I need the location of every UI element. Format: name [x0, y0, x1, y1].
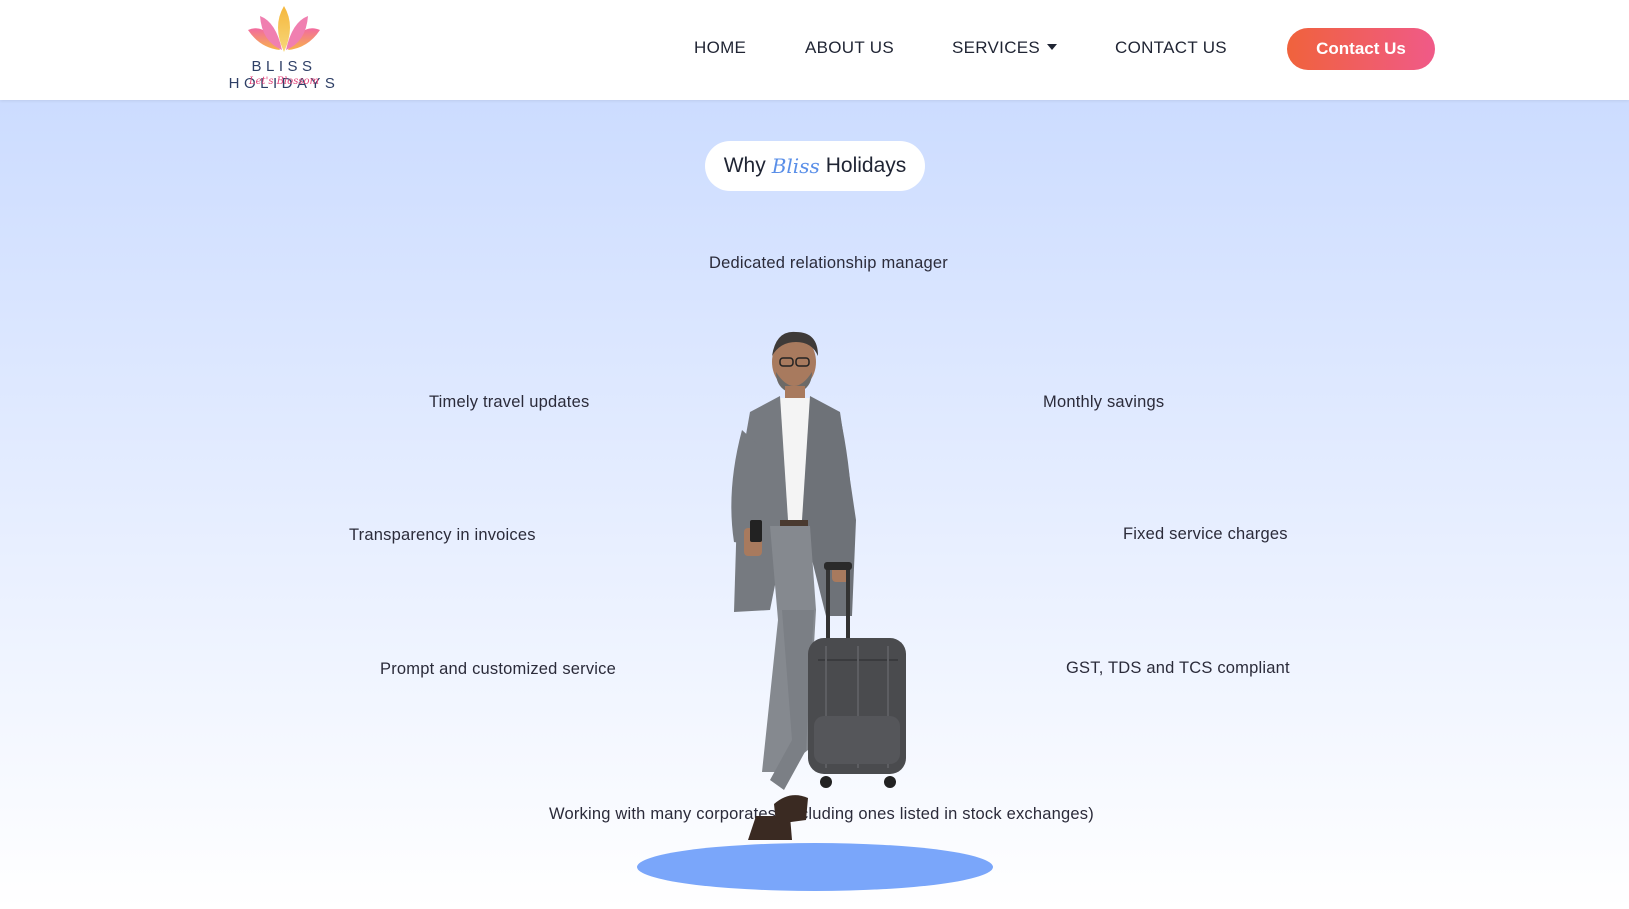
- feature-fixed-charges: Fixed service charges: [1123, 525, 1288, 543]
- feature-transparency-invoices: Transparency in invoices: [349, 526, 536, 544]
- section-title-prefix: Why: [723, 154, 766, 177]
- feature-travel-updates: Timely travel updates: [429, 393, 590, 411]
- why-bliss-section: Why Bliss Holidays Dedicated relationshi…: [0, 100, 1629, 909]
- feature-monthly-savings: Monthly savings: [1043, 393, 1165, 411]
- site-header: BLISS HOLIDAYS Let's Blossom HOME ABOUT …: [0, 0, 1629, 100]
- contact-us-button[interactable]: Contact Us: [1287, 28, 1435, 70]
- chevron-down-icon: [1047, 44, 1058, 50]
- traveler-illustration: [637, 331, 993, 891]
- section-title-accent: Bliss: [771, 154, 820, 178]
- nav-services[interactable]: SERVICES: [952, 38, 1058, 58]
- nav-services-label: SERVICES: [952, 38, 1041, 57]
- nav-about-us[interactable]: ABOUT US: [805, 38, 894, 58]
- brand-tagline: Let's Blossom: [249, 76, 319, 87]
- section-title-pill: Why Bliss Holidays: [705, 141, 925, 191]
- feature-tax-compliant: GST, TDS and TCS compliant: [1066, 659, 1290, 677]
- feature-dedicated-manager: Dedicated relationship manager: [709, 254, 948, 272]
- platform-ellipse: [637, 843, 993, 891]
- section-title-suffix: Holidays: [825, 154, 907, 177]
- brand-logo[interactable]: BLISS HOLIDAYS Let's Blossom: [194, 4, 374, 92]
- nav-contact-us[interactable]: CONTACT US: [1115, 38, 1227, 58]
- feature-prompt-service: Prompt and customized service: [380, 660, 616, 678]
- nav-home[interactable]: HOME: [694, 38, 746, 58]
- lotus-icon: [248, 6, 320, 52]
